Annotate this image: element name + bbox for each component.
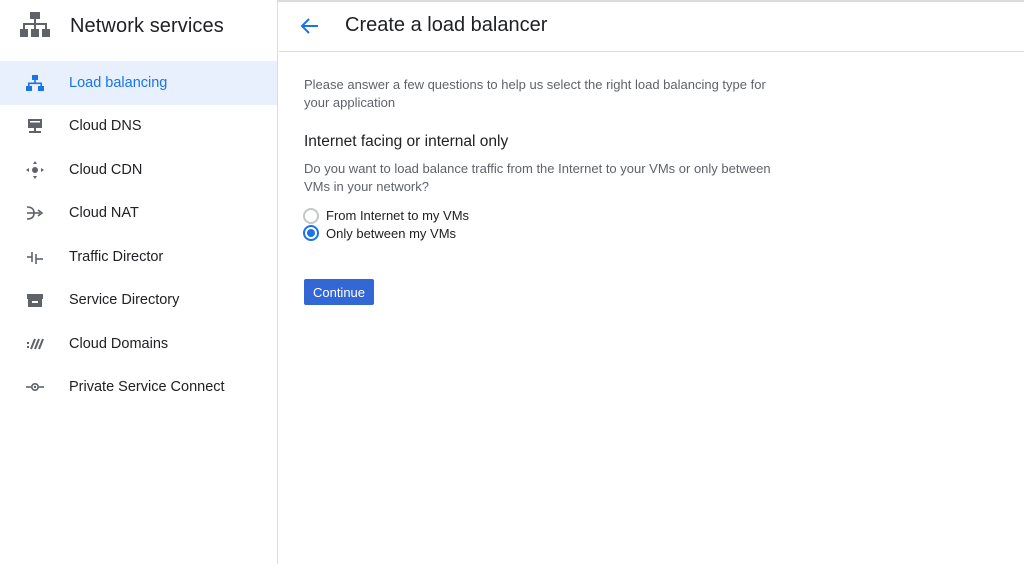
sidebar-item-label: Cloud DNS [69,118,142,135]
sidebar-nav: Load balancing Cloud DNS Cloud CDN Cloud… [0,61,277,409]
service-directory-icon [24,289,46,311]
radio-label: From Internet to my VMs [326,208,470,224]
nat-icon [24,202,46,224]
network-hierarchy-icon [20,11,50,41]
sidebar-header: Network services [0,0,277,52]
radio-button-unchecked[interactable] [303,207,319,224]
continue-button[interactable]: Continue [304,279,374,305]
radio-group: From Internet to my VMs Only between my … [303,207,799,243]
sidebar-item-label: Load balancing [69,74,168,91]
cdn-icon [24,159,46,181]
sidebar-item-cloud-dns[interactable]: Cloud DNS [0,105,277,149]
sidebar-item-label: Traffic Director [69,248,164,265]
sidebar-item-label: Cloud Domains [69,335,169,352]
page-header: Create a load balancer [279,0,1024,52]
main-panel: Create a load balancer Please answer a f… [279,0,1024,564]
sidebar-item-label: Cloud NAT [69,205,139,222]
sidebar-item-cloud-cdn[interactable]: Cloud CDN [0,148,277,192]
page-title: Create a load balancer [345,14,548,36]
section-title: Internet facing or internal only [304,133,509,150]
sidebar-title: Network services [70,14,224,37]
radio-from-internet[interactable]: From Internet to my VMs [303,207,799,225]
radio-button-checked[interactable] [303,225,319,242]
radio-label: Only between my VMs [326,225,457,241]
arrow-back-icon[interactable] [297,13,323,39]
sidebar-item-label: Private Service Connect [69,379,225,396]
intro-text: Please answer a few questions to help us… [304,77,766,110]
load-balancing-icon [24,72,46,94]
sidebar-item-label: Service Directory [69,292,180,309]
sidebar-item-cloud-domains[interactable]: Cloud Domains [0,322,277,366]
sidebar-item-private-service-connect[interactable]: Private Service Connect [0,366,277,410]
sidebar-item-load-balancing[interactable]: Load balancing [0,61,277,105]
content: Please answer a few questions to help us… [279,52,799,305]
domains-icon [24,333,46,355]
radio-dot [307,229,315,238]
sidebar: Network services Load balancing Cloud DN… [0,0,278,564]
sidebar-item-traffic-director[interactable]: Traffic Director [0,235,277,279]
sidebar-item-cloud-nat[interactable]: Cloud NAT [0,192,277,236]
sidebar-item-service-directory[interactable]: Service Directory [0,279,277,323]
dns-icon [24,115,46,137]
traffic-director-icon [24,246,46,268]
question-text: Do you want to load balance traffic from… [304,161,771,194]
radio-only-between-vms[interactable]: Only between my VMs [303,225,799,243]
private-service-connect-icon [24,376,46,398]
sidebar-item-label: Cloud CDN [69,161,143,178]
